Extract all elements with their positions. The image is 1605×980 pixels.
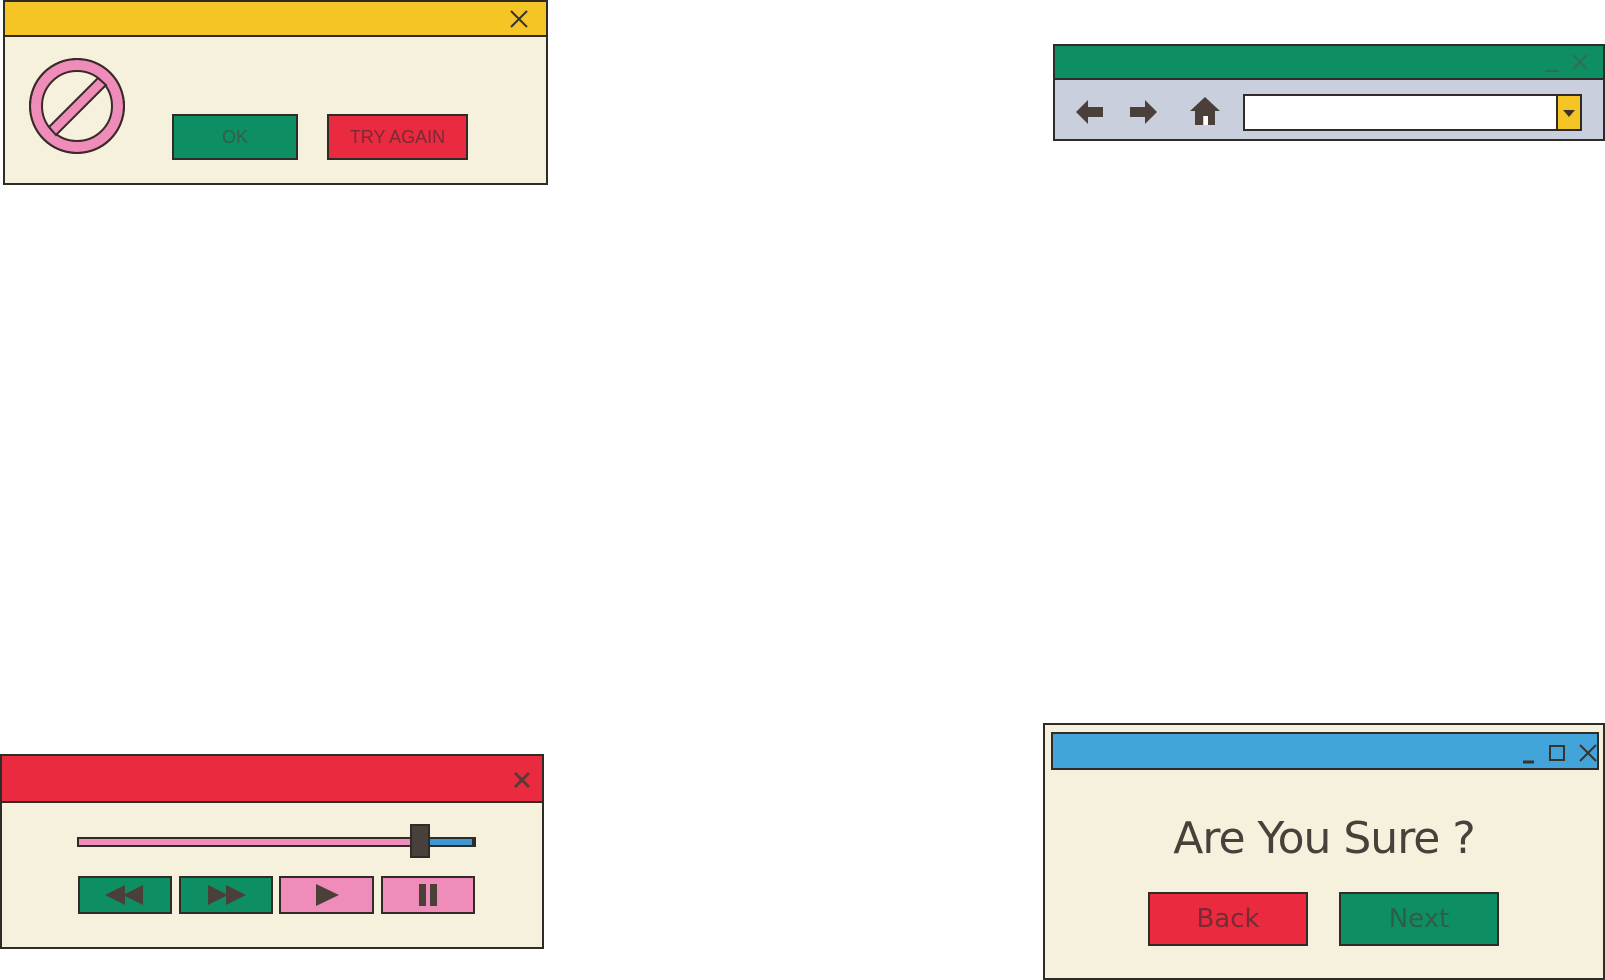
browser-window	[1053, 44, 1605, 141]
maximize-icon[interactable]	[1547, 743, 1567, 763]
play-icon	[314, 884, 340, 906]
confirm-dialog-titlebar[interactable]	[1051, 732, 1599, 770]
media-player-titlebar[interactable]	[2, 756, 542, 803]
minimize-icon[interactable]	[1521, 748, 1537, 764]
next-button-label: Next	[1388, 904, 1450, 934]
media-player-window	[0, 754, 544, 949]
close-icon[interactable]	[508, 8, 530, 30]
confirm-message: Are You Sure ?	[1173, 813, 1475, 864]
confirm-dialog: Are You Sure ? Back Next	[1043, 723, 1605, 980]
ok-button-label: OK	[221, 126, 248, 147]
back-button[interactable]: Back	[1148, 892, 1308, 946]
arrow-right-icon[interactable]	[1128, 98, 1158, 126]
arrow-left-icon[interactable]	[1075, 98, 1105, 126]
fast-forward-icon	[204, 885, 248, 905]
try-again-button-label: TRY AGAIN	[349, 126, 446, 147]
pause-icon	[418, 884, 438, 906]
browser-titlebar[interactable]	[1055, 46, 1603, 80]
fast-forward-button[interactable]	[179, 876, 273, 914]
error-dialog-titlebar[interactable]	[5, 2, 546, 37]
try-again-button[interactable]: TRY AGAIN	[327, 114, 468, 160]
close-icon[interactable]	[512, 770, 532, 790]
close-icon[interactable]	[1570, 52, 1590, 72]
play-button[interactable]	[279, 876, 374, 914]
home-icon[interactable]	[1189, 96, 1221, 126]
caret-down-icon[interactable]	[1556, 94, 1582, 131]
rewind-button[interactable]	[78, 876, 172, 914]
seek-slider-thumb[interactable]	[410, 824, 431, 858]
prohibited-icon	[27, 56, 127, 156]
pause-button[interactable]	[381, 876, 475, 914]
address-bar-input[interactable]	[1243, 94, 1582, 131]
error-dialog: OK TRY AGAIN	[3, 0, 548, 185]
next-button[interactable]: Next	[1339, 892, 1499, 946]
minimize-icon[interactable]	[1543, 56, 1561, 74]
back-button-label: Back	[1196, 904, 1260, 934]
ok-button[interactable]: OK	[172, 114, 298, 160]
rewind-icon	[103, 885, 147, 905]
close-icon[interactable]	[1577, 742, 1599, 764]
